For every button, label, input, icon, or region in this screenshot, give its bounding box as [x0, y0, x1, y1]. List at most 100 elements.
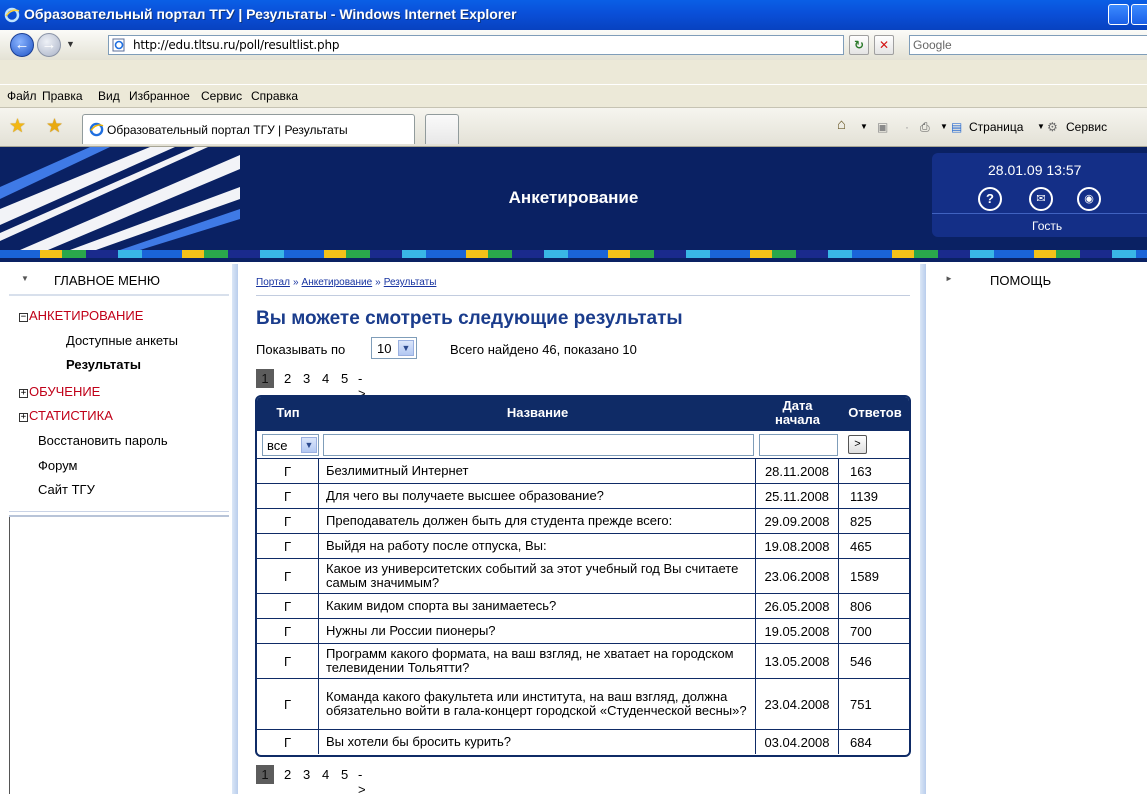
page-link[interactable]: 2 — [284, 767, 291, 782]
page-menu-icon[interactable]: ▤ — [951, 120, 962, 134]
table-row[interactable]: Г Для чего вы получаете высшее образовани… — [257, 483, 909, 508]
stop-button[interactable]: ✕ — [874, 35, 894, 55]
menu-tools[interactable]: Сервис — [201, 89, 242, 103]
print-dropdown-icon[interactable]: ▼ — [940, 122, 948, 131]
right-splitter[interactable] — [920, 264, 926, 794]
col-answers-header[interactable]: Ответов — [839, 405, 909, 420]
breadcrumb-results[interactable]: Результаты — [384, 277, 437, 288]
page-link[interactable]: 4 — [322, 371, 329, 386]
menu-item-forum[interactable]: Форум — [38, 458, 78, 473]
chevron-down-icon[interactable]: ▼ — [398, 340, 414, 356]
collapse-icon[interactable]: − — [19, 313, 28, 322]
help-panel-header[interactable]: ► ПОМОЩЬ — [937, 266, 1147, 294]
page-link[interactable]: 5 — [341, 767, 348, 782]
cell-name[interactable]: Преподаватель должен быть для студента п… — [319, 509, 756, 533]
maximize-button[interactable] — [1131, 4, 1147, 25]
col-date-header[interactable]: Дата начала — [756, 399, 839, 427]
url-field[interactable]: http://edu.tltsu.ru/poll/resultlist.php … — [108, 35, 947, 55]
menu-item-tgu-site[interactable]: Сайт ТГУ — [38, 482, 95, 497]
cell-name[interactable]: Нужны ли России пионеры? — [319, 619, 756, 643]
ie-page-icon — [89, 122, 104, 137]
new-tab-button[interactable] — [425, 114, 459, 144]
menu-favorites[interactable]: Избранное — [129, 89, 190, 103]
cell-date: 19.08.2008 — [756, 534, 839, 558]
user-panel: 28.01.09 13:57 ? ✉ ◉ Гость — [932, 153, 1147, 237]
table-row[interactable]: Г Программ какого формата, на ваш взгляд,… — [257, 643, 909, 678]
menu-section-surveys[interactable]: АНКЕТИРОВАНИЕ — [29, 308, 143, 323]
table-row[interactable]: Г Команда какого факультета или института… — [257, 678, 909, 729]
feeds-icon[interactable]: ▣ — [877, 120, 888, 134]
add-favorite-icon[interactable]: ★ — [46, 115, 63, 138]
cell-name[interactable]: Выйдя на работу после отпуска, Вы: — [319, 534, 756, 558]
page-link[interactable]: 4 — [322, 767, 329, 782]
refresh-button[interactable]: ↻ — [849, 35, 869, 55]
cell-answers: 1589 — [850, 568, 879, 584]
filter-apply-button[interactable]: > — [848, 435, 867, 454]
menu-item-available-surveys[interactable]: Доступные анкеты — [66, 333, 178, 348]
tab-active[interactable]: Образовательный портал ТГУ | Результаты — [82, 114, 415, 144]
main-menu-header[interactable]: ▼ ГЛАВНОЕ МЕНЮ — [9, 266, 229, 296]
cell-name[interactable]: Каким видом спорта вы занимаетесь? — [319, 594, 756, 618]
col-name-header[interactable]: Название — [319, 405, 756, 420]
cell-name[interactable]: Вы хотели бы бросить курить? — [319, 730, 756, 754]
print-icon[interactable]: ⎙ — [920, 120, 930, 135]
tools-gear-icon[interactable]: ⚙ — [1047, 120, 1058, 134]
page-link[interactable]: 2 — [284, 371, 291, 386]
menu-view[interactable]: Вид — [98, 89, 120, 103]
tools-menu-label[interactable]: Сервис — [1066, 120, 1107, 134]
table-row[interactable]: Г Выйдя на работу после отпуска, Вы: 19.08… — [257, 533, 909, 558]
expand-icon[interactable]: + — [19, 413, 28, 422]
breadcrumb-surveys[interactable]: Анкетирование — [302, 277, 373, 288]
table-row[interactable]: Г Какое из университетских событий за это… — [257, 558, 909, 593]
menu-file[interactable]: Файл — [7, 89, 37, 103]
search-input[interactable]: Google — [909, 35, 1147, 55]
type-filter-value: все — [267, 438, 288, 453]
page-menu-label[interactable]: Страница — [969, 120, 1023, 134]
table-row[interactable]: Г Безлимитный Интернет 28.11.2008 163 — [257, 458, 909, 483]
col-type-header[interactable]: Тип — [257, 405, 319, 420]
cell-name[interactable]: Команда какого факультета или института,… — [319, 679, 756, 729]
menu-help[interactable]: Справка — [251, 89, 298, 103]
cell-type: Г — [257, 459, 319, 483]
cell-name[interactable]: Безлимитный Интернет — [319, 459, 756, 483]
type-filter-select[interactable]: все ▼ — [262, 434, 319, 456]
page-dropdown-icon[interactable]: ▼ — [1037, 122, 1045, 131]
history-dropdown-icon[interactable]: ▼ — [66, 39, 75, 49]
menu-item-restore-password[interactable]: Восстановить пароль — [38, 433, 168, 448]
next-page-link[interactable]: -> — [358, 767, 366, 797]
chevron-down-icon[interactable]: ▼ — [301, 437, 317, 453]
breadcrumb-portal[interactable]: Портал — [256, 277, 290, 288]
table-row[interactable]: Г Нужны ли России пионеры? 19.05.2008 700 — [257, 618, 909, 643]
table-row[interactable]: Г Преподаватель должен быть для студента … — [257, 508, 909, 533]
lock-icon[interactable]: ◉ — [1077, 187, 1101, 211]
page-link[interactable]: 5 — [341, 371, 348, 386]
favorites-star-icon[interactable]: ★ — [9, 115, 26, 138]
url-text: http://edu.tltsu.ru/poll/resultlist.php — [133, 38, 340, 52]
menu-section-education[interactable]: ОБУЧЕНИЕ — [29, 384, 100, 399]
table-row[interactable]: Г Вы хотели бы бросить курить? 03.04.2008 6… — [257, 729, 909, 754]
cell-name[interactable]: Для чего вы получаете высшее образование… — [319, 484, 756, 508]
help-icon[interactable]: ? — [978, 187, 1002, 211]
cell-name[interactable]: Какое из университетских событий за этот… — [319, 559, 756, 593]
page-link[interactable]: 3 — [303, 767, 310, 782]
forward-button[interactable]: → — [37, 33, 61, 57]
cell-date: 29.09.2008 — [756, 509, 839, 533]
expand-icon[interactable]: + — [19, 389, 28, 398]
menu-edit[interactable]: Правка — [42, 89, 83, 103]
cell-date: 23.04.2008 — [756, 679, 839, 729]
date-filter-input[interactable] — [759, 434, 838, 456]
back-button[interactable]: ← — [10, 33, 34, 57]
menu-section-statistics[interactable]: СТАТИСТИКА — [29, 408, 113, 423]
name-filter-input[interactable] — [323, 434, 754, 456]
minimize-button[interactable] — [1108, 4, 1129, 25]
cell-name[interactable]: Программ какого формата, на ваш взгляд, … — [319, 644, 756, 678]
page-link[interactable]: 3 — [303, 371, 310, 386]
home-icon[interactable]: ⌂ — [837, 116, 846, 133]
table-row[interactable]: Г Каким видом спорта вы занимаетесь? 26.05… — [257, 593, 909, 618]
per-page-value: 10 — [377, 341, 392, 356]
menu-item-results[interactable]: Результаты — [66, 357, 141, 372]
per-page-select[interactable]: 10 ▼ — [371, 337, 417, 359]
home-dropdown-icon[interactable]: ▼ — [860, 122, 868, 131]
mail-icon[interactable]: ✉ — [1029, 187, 1053, 211]
left-splitter[interactable] — [232, 264, 238, 794]
